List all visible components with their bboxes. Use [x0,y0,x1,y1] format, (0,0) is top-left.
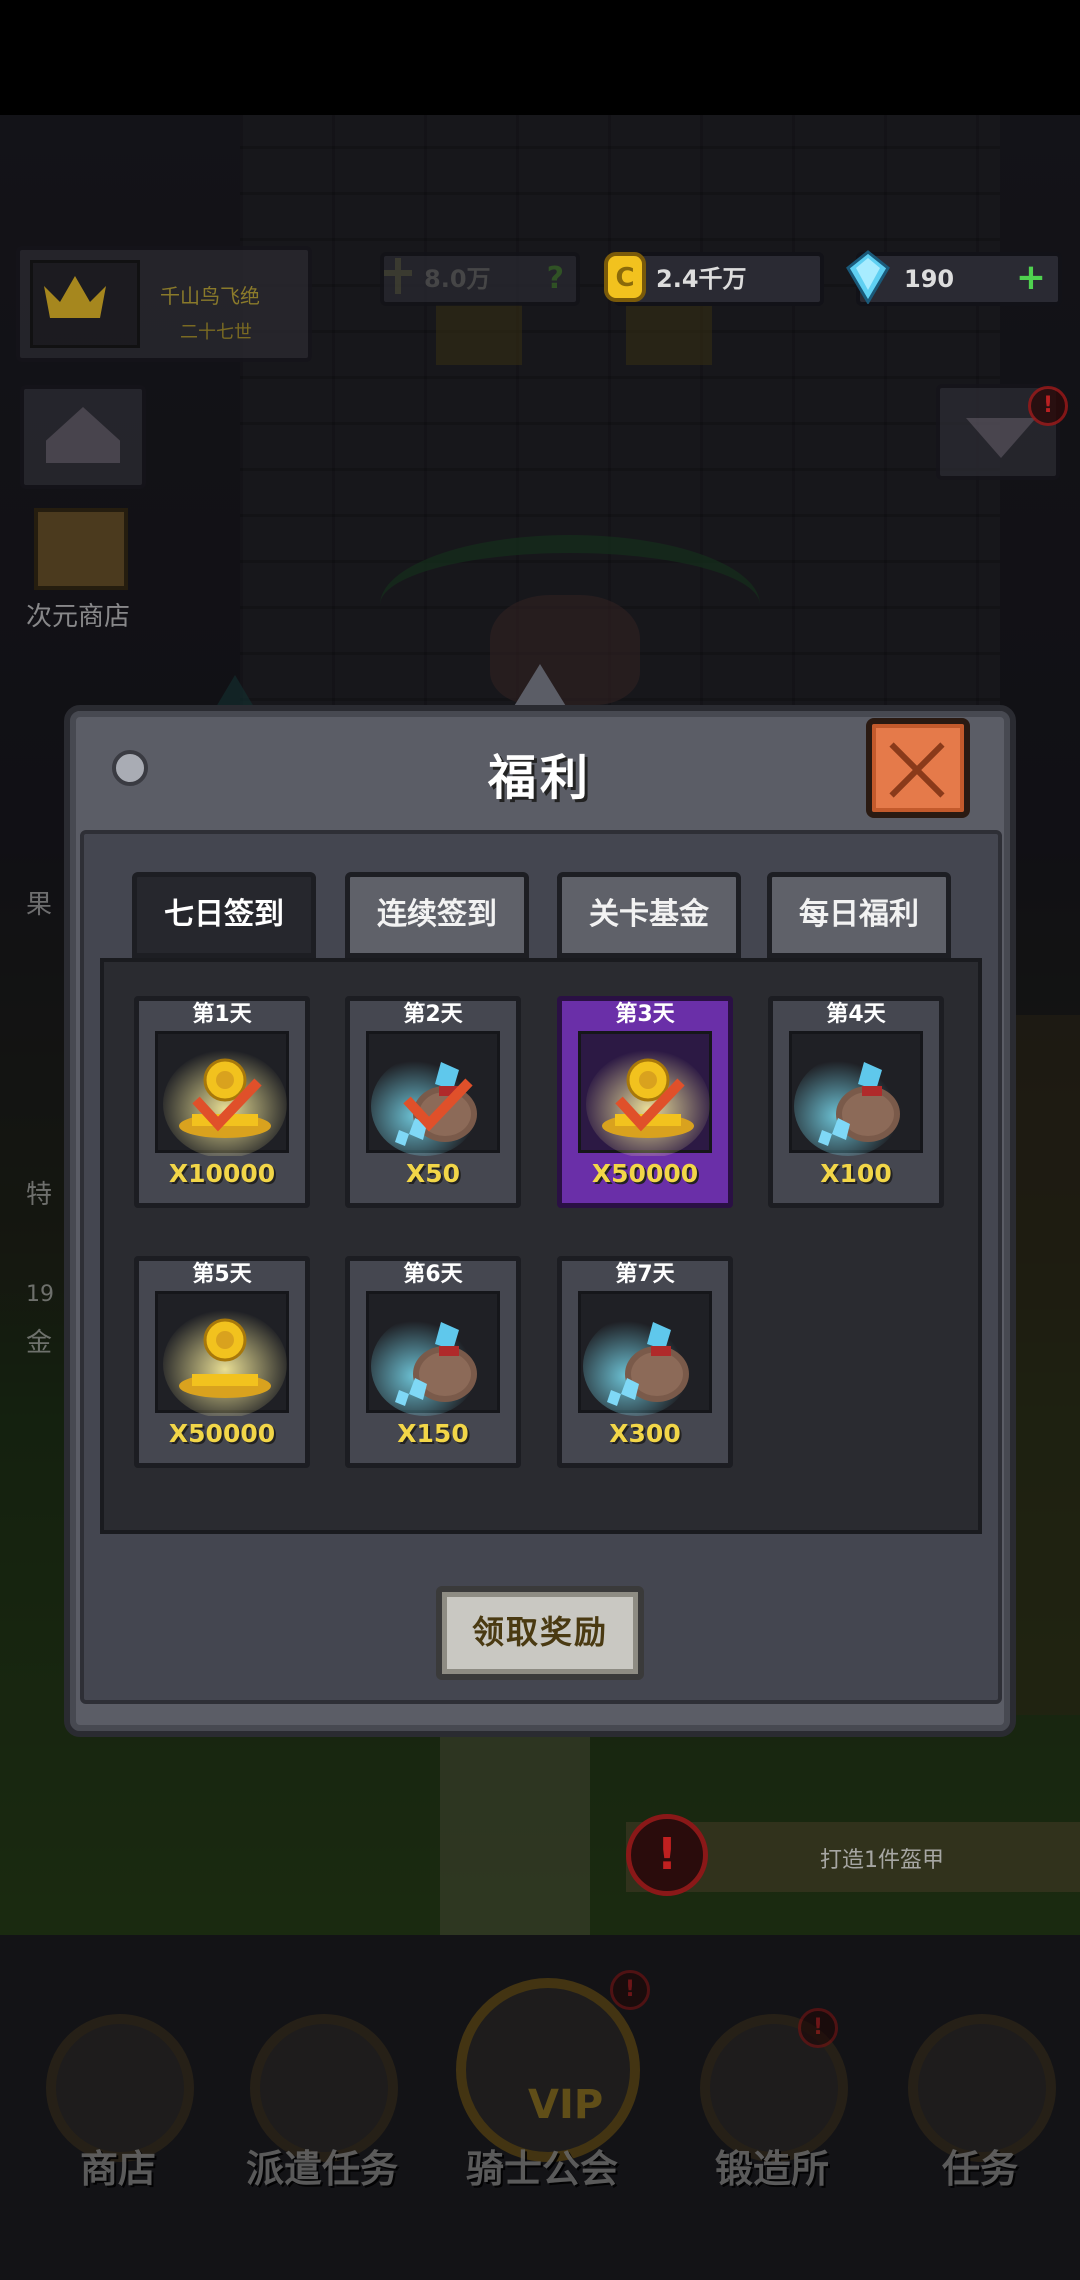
nav-shop[interactable]: 商店 [18,1990,218,2220]
gem-bag-icon [789,1031,923,1156]
power-help-icon[interactable]: ? [547,256,564,302]
task-text: 打造1件盔甲 [820,1848,944,1873]
chevron-down-icon [966,418,1036,458]
day-label: 第7天 [615,1262,675,1287]
gem-bag-icon [366,1291,500,1416]
gold-coins-icon [155,1031,289,1156]
day-card[interactable]: 第7天 X300 [557,1256,733,1468]
bolt-icon [112,750,148,786]
day-amount: X10000 [168,1159,276,1188]
tab-daily-welfare[interactable]: 每日福利 [767,872,951,958]
day-label: 第6天 [403,1262,463,1287]
modal-title: 福利 [487,750,592,806]
gem-icon [846,250,890,304]
day-amount: X300 [609,1419,681,1448]
player-name: 千山鸟飞绝 [160,284,260,308]
nav-label: 任务 [941,2147,1018,2191]
side-label: 果 [26,890,53,920]
day-card[interactable]: 第4天 X100 [768,996,944,1208]
player-title: 二十七世 [180,322,252,343]
day-label: 第5天 [192,1262,252,1287]
day-amount: X100 [820,1159,892,1188]
claim-reward-button[interactable]: 领取奖励 [436,1586,644,1680]
gem-bag-icon [578,1291,712,1416]
dimension-shop-label: 次元商店 [26,602,131,632]
tab-consecutive-signin[interactable]: 连续签到 [345,872,529,958]
nav-tasks[interactable]: 任务 [880,1990,1080,2220]
day-label: 第2天 [403,1002,463,1027]
gem-bag-icon [366,1031,500,1156]
day-amount: X50 [405,1159,461,1188]
alert-badge-icon: ! [610,1970,650,2010]
home-icon [46,407,120,463]
day-amount: X50000 [591,1159,699,1188]
home-button[interactable] [20,385,146,489]
side-label: 金 [26,1328,53,1358]
knight-helmet-icon [456,1978,640,2162]
day-card[interactable]: 第2天 X50 [345,996,521,1208]
sword-icon [384,258,412,294]
close-button[interactable] [866,718,970,818]
day-label: 第1天 [192,1002,252,1027]
svg-text:C: C [615,263,634,293]
tab-stage-fund[interactable]: 关卡基金 [557,872,741,958]
side-label: 特 [26,1180,53,1210]
nav-forge[interactable]: 锻造所 [672,1990,872,2220]
gold-display: C 2.4千万 [604,252,824,306]
day-card[interactable]: 第3天 X50000 [557,996,733,1208]
nav-label: 锻造所 [714,2147,829,2191]
gem-display: 190 + [846,250,1062,306]
day-label: 第3天 [615,1002,675,1027]
nav-label: 商店 [79,2147,156,2191]
power-display: 8.0万 ? [380,252,580,306]
add-gem-button[interactable]: + [1016,258,1046,298]
gold-coins-icon [155,1291,289,1416]
task-alert-icon: ! [626,1814,708,1896]
tab-seven-day-signin[interactable]: 七日签到 [132,872,316,958]
day-label: 第4天 [826,1002,886,1027]
day-amount: X50000 [168,1419,276,1448]
nav-label: 派遣任务 [245,2147,398,2191]
side-label: 19 [26,1282,54,1307]
gold-coin-icon: C [604,252,646,302]
crown-icon [44,276,106,318]
nav-dispatch[interactable]: 派遣任务 [222,1990,422,2220]
day-card[interactable]: 第1天 X10000 [134,996,310,1208]
nav-label: 骑士公会 [465,2147,618,2191]
power-value: 8.0万 [424,265,491,293]
gold-coins-icon [578,1031,712,1156]
gold-value: 2.4千万 [656,265,747,293]
gem-value: 190 [904,265,955,293]
day-card[interactable]: 第5天 X50000 [134,1256,310,1468]
alert-badge-icon: ! [1028,386,1068,426]
vip-badge: VIP [528,2082,604,2128]
day-card[interactable]: 第6天 X150 [345,1256,521,1468]
day-amount: X150 [397,1419,469,1448]
dimension-shop-icon[interactable] [34,508,128,590]
alert-badge-icon: ! [798,2008,838,2048]
